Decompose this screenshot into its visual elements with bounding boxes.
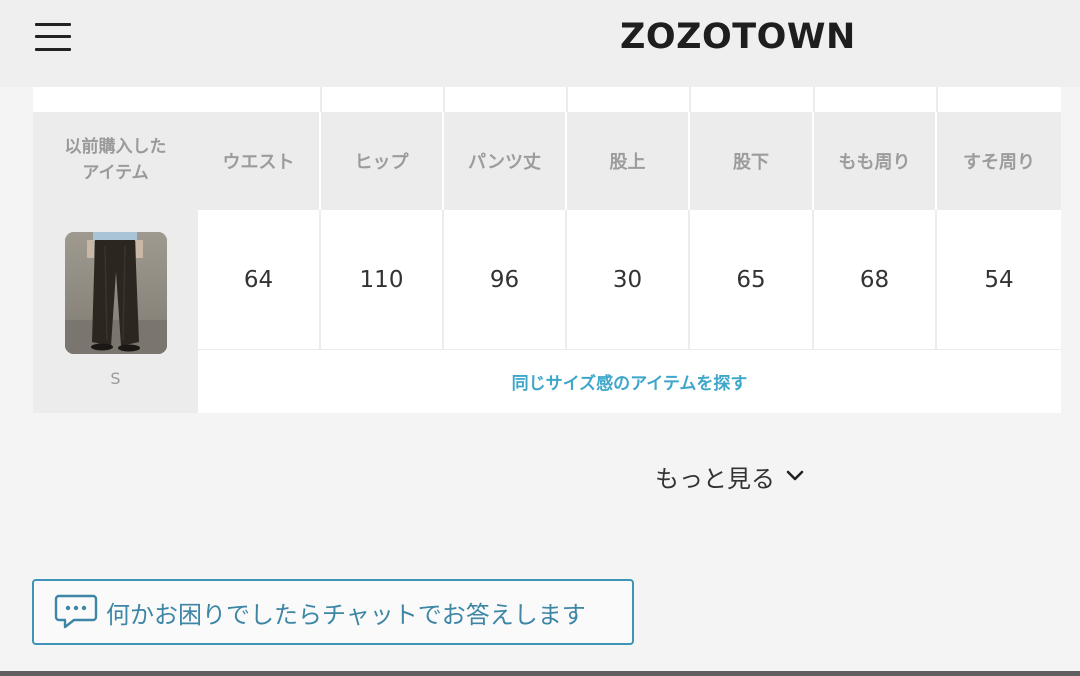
previous-item-column: 以前購入した アイテム S bbox=[33, 112, 198, 413]
show-more-button[interactable]: もっと見る bbox=[655, 456, 805, 496]
chat-bubble-icon bbox=[54, 594, 98, 629]
size-comparison-table: 以前購入した アイテム S ウエスト ヒップ パンツ丈 股上 股下 もも周り す… bbox=[33, 87, 1061, 413]
value-waist: 64 bbox=[198, 210, 319, 350]
header-rise: 股上 bbox=[567, 112, 688, 210]
header-pants-length: パンツ丈 bbox=[444, 112, 565, 210]
table-previous-row-stub bbox=[198, 87, 1061, 112]
bottom-edge-bar bbox=[0, 671, 1080, 676]
size-header-row: ウエスト ヒップ パンツ丈 股上 股下 もも周り すそ周り bbox=[198, 112, 1061, 210]
header-thigh: もも周り bbox=[814, 112, 935, 210]
value-inseam: 65 bbox=[690, 210, 812, 350]
value-hip: 110 bbox=[321, 210, 442, 350]
previous-item-size: S bbox=[110, 369, 121, 388]
previous-item-title: 以前購入した アイテム bbox=[64, 137, 167, 183]
chat-support-label: 何かお困りでしたらチャットでお答えします bbox=[106, 600, 586, 629]
value-rise: 30 bbox=[567, 210, 688, 350]
header-waist: ウエスト bbox=[198, 112, 319, 210]
find-same-size-link[interactable]: 同じサイズ感のアイテムを探す bbox=[198, 350, 1061, 413]
header-hem: すそ周り bbox=[937, 112, 1061, 210]
value-pants-length: 96 bbox=[444, 210, 565, 350]
previous-item-thumbnail[interactable] bbox=[65, 232, 167, 354]
value-thigh: 68 bbox=[814, 210, 935, 350]
app-header: ZOZOTOWN bbox=[0, 0, 1080, 87]
value-hem: 54 bbox=[937, 210, 1061, 350]
chevron-down-icon bbox=[786, 470, 804, 481]
header-inseam: 股下 bbox=[690, 112, 812, 210]
hamburger-menu-icon[interactable] bbox=[35, 22, 71, 52]
header-hip: ヒップ bbox=[321, 112, 442, 210]
show-more-label: もっと見る bbox=[655, 464, 775, 493]
zozotown-logo[interactable]: ZOZOTOWN bbox=[620, 16, 856, 58]
chat-support-button[interactable]: 何かお困りでしたらチャットでお答えします bbox=[32, 579, 634, 645]
size-value-row: 64 110 96 30 65 68 54 bbox=[198, 210, 1061, 350]
